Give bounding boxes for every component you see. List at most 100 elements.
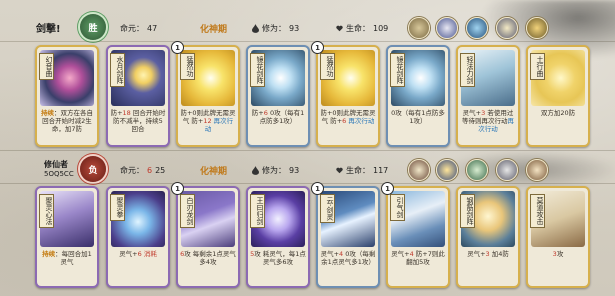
card-title: 水月剑阵 — [110, 53, 125, 87]
player1-card[interactable]: 镜花剑阵防+6 0攻（每有1点防多1攻） — [246, 45, 310, 147]
skill-sword-icon[interactable] — [496, 159, 518, 181]
player1-xiuwei: 修为： 93 — [252, 23, 299, 34]
player1-card[interactable]: 猛然功 防+0则此牌无需灵气 防+12 再次行动 — [176, 45, 240, 147]
card-effect-segment: 再次行动 — [346, 117, 375, 126]
card-title: 轻法力剑 — [460, 53, 475, 87]
player1-name: 剑撃! — [36, 24, 61, 35]
skill-scroll-icon[interactable] — [526, 159, 548, 181]
card-effect-text: 3攻 — [530, 250, 586, 284]
player2-card[interactable]: 聚灵心法 持续：每回合加1灵气 — [35, 186, 99, 288]
card-level-badge: 1 — [171, 182, 184, 195]
card-level-badge: 1 — [311, 182, 324, 195]
win-badge-label: 胜 — [88, 23, 98, 34]
card-effect-text: 持续：双方在各自回合开始时减2生命，加7防 — [39, 109, 95, 143]
player1-life: 生命： 109 — [336, 23, 388, 34]
player2-id: 5OQ5CC — [44, 170, 74, 178]
card-effect-segment: 0攻（每有1点防多1攻） — [391, 109, 445, 126]
card-level-badge: 1 — [311, 41, 324, 54]
card-effect-text: 6攻 每剩余1点灵气多4攻 — [180, 250, 236, 284]
card-effect-segment: 防+ — [251, 109, 264, 117]
card-effect-text: 灵气+4 0攻（每剩余1点灵气多1攻） — [320, 250, 376, 284]
skill-warrior-icon[interactable] — [408, 159, 430, 181]
card-effect-text: 灵气+4 防+7则此翻加5攻 — [390, 250, 446, 284]
player1-card[interactable]: 土行曲双方加20防 — [526, 45, 590, 147]
card-effect-text: 灵气+6 消耗 — [110, 250, 166, 284]
card-effect-segment: 消耗 — [141, 250, 157, 258]
player1-card[interactable]: 镜花剑阵 0攻（每有1点防多1攻） — [386, 45, 450, 147]
player2-card[interactable]: 引气剑 灵气+4 防+7则此翻加5攻 — [386, 186, 450, 288]
xiuwei-value: 93 — [289, 24, 300, 33]
card-effect-text: 0攻（每有1点防多1攻） — [390, 109, 446, 143]
skill-leaf-icon[interactable] — [466, 159, 488, 181]
player1-realm: 化神期 — [200, 25, 228, 35]
card-level-badge: 1 — [381, 182, 394, 195]
card-effect-segment: 加4防 — [489, 250, 509, 258]
card-effect-text: 双方加20防 — [530, 109, 586, 143]
skill-mask-icon[interactable] — [526, 17, 548, 39]
card-effect-segment: ：每回合加1灵气 — [55, 250, 92, 267]
divider — [0, 150, 615, 151]
card-effect-segment: 灵气+ — [467, 250, 486, 258]
card-title: 云·剑灵 — [320, 194, 335, 224]
xiuwei-icon — [252, 166, 259, 175]
card-effect-text: 防+6 0攻（每有1点防多1攻） — [250, 109, 306, 143]
mingyuan-label: 命元： — [120, 166, 144, 175]
card-effect-segment: 防+ — [189, 117, 204, 126]
player2-card[interactable]: 云·剑灵灵气+4 0攻（每剩余1点灵气多1攻） — [316, 186, 380, 288]
card-title: 聚灵心法 — [39, 194, 54, 228]
card-effect-segment: 灵气+ — [320, 250, 340, 258]
skill-orb-icon[interactable] — [408, 17, 430, 39]
card-title: 镜花剑阵 — [390, 53, 405, 87]
skill-lotus-icon[interactable] — [436, 17, 458, 39]
player2-card[interactable]: 白刃龙剑 6攻 每剩余1点灵气多4攻 — [176, 186, 240, 288]
divider — [0, 41, 615, 42]
card-level-badge: 1 — [171, 41, 184, 54]
card-title: 钢筋剑阵 — [460, 194, 475, 228]
player1-header: 剑撃! 胜 命元： 47 化神期 修为： 93 生命： 109 — [0, 14, 615, 40]
card-effect-segment: 18 — [122, 109, 131, 117]
card-effect-text: 防+0则此牌无需灵气 防+12 再次行动 — [180, 109, 236, 143]
player2-card[interactable]: 聚灵拳灵气+6 消耗 — [106, 186, 170, 288]
card-title: 猛然功 — [320, 53, 335, 80]
card-effect-text: 灵气+3 加4防 — [460, 250, 516, 284]
player2-card[interactable]: 莫道攻击 3攻 — [526, 186, 590, 288]
card-title: 莫道攻击 — [530, 194, 545, 228]
card-effect-segment: 攻 每剩余1点灵气多4攻 — [184, 250, 236, 267]
xiuwei-label: 修为： — [262, 166, 286, 175]
skill-sage-icon[interactable] — [496, 17, 518, 39]
heart-icon — [336, 25, 343, 32]
xiuwei-label: 修为： — [262, 24, 286, 33]
player1-card[interactable]: 幻音曲持续：双方在各自回合开始时减2生命，加7防 — [35, 45, 99, 147]
player2-realm: 化神期 — [200, 167, 228, 177]
card-title: 聚灵拳 — [110, 194, 125, 221]
battle-record-panel: 剑撃! 胜 命元： 47 化神期 修为： 93 生命： 109 幻音曲持续：双方… — [0, 0, 615, 296]
card-title: 镜花剑阵 — [250, 53, 265, 87]
player1-card[interactable]: 水月剑阵 防+18 回合开始时防不减半，持续5回合 — [106, 45, 170, 147]
player1-card[interactable]: 猛然功防+0则此牌无需灵气 防+6 再次行动 — [316, 45, 380, 147]
player1-card[interactable]: 轻法力剑 灵气+3 若使用过等待则再次行动再次行动 — [456, 45, 520, 147]
player2-mingyuan: 命元： 6 25 — [120, 165, 165, 176]
card-effect-segment: 防+ — [328, 117, 343, 126]
player2-xiuwei: 修为： 93 — [252, 165, 299, 176]
win-badge: 胜 — [80, 14, 106, 40]
mingyuan-current: 6 — [147, 166, 153, 175]
card-title: 幻音曲 — [39, 53, 54, 80]
card-effect-segment: 攻 — [556, 250, 564, 258]
skill-wave-icon[interactable] — [466, 17, 488, 39]
player2-card[interactable]: 钢筋剑阵灵气+3 加4防 — [456, 186, 520, 288]
skill-sun-icon[interactable] — [436, 159, 458, 181]
card-effect-text: 5攻 耗灵气，每1点灵气多6攻 — [250, 250, 306, 284]
player2-name: 修仙者 — [44, 160, 68, 169]
life-value: 109 — [373, 24, 389, 33]
card-title: 白刃龙剑 — [180, 194, 195, 228]
life-value: 117 — [373, 166, 389, 175]
lose-badge: 负 — [80, 156, 106, 182]
card-effect-text: 防+0则此牌无需灵气 防+6 再次行动 — [320, 109, 376, 143]
card-title: 土行曲 — [530, 53, 545, 80]
card-effect-segment: 双方加20防 — [540, 109, 576, 117]
xiuwei-value: 93 — [289, 166, 300, 175]
player2-card[interactable]: 王曰归剑 5攻 耗灵气，每1点灵气多6攻 — [246, 186, 310, 288]
mingyuan-max: 25 — [155, 166, 166, 175]
life-label: 生命： — [346, 24, 370, 33]
card-effect-segment: 灵气+ — [391, 250, 410, 258]
